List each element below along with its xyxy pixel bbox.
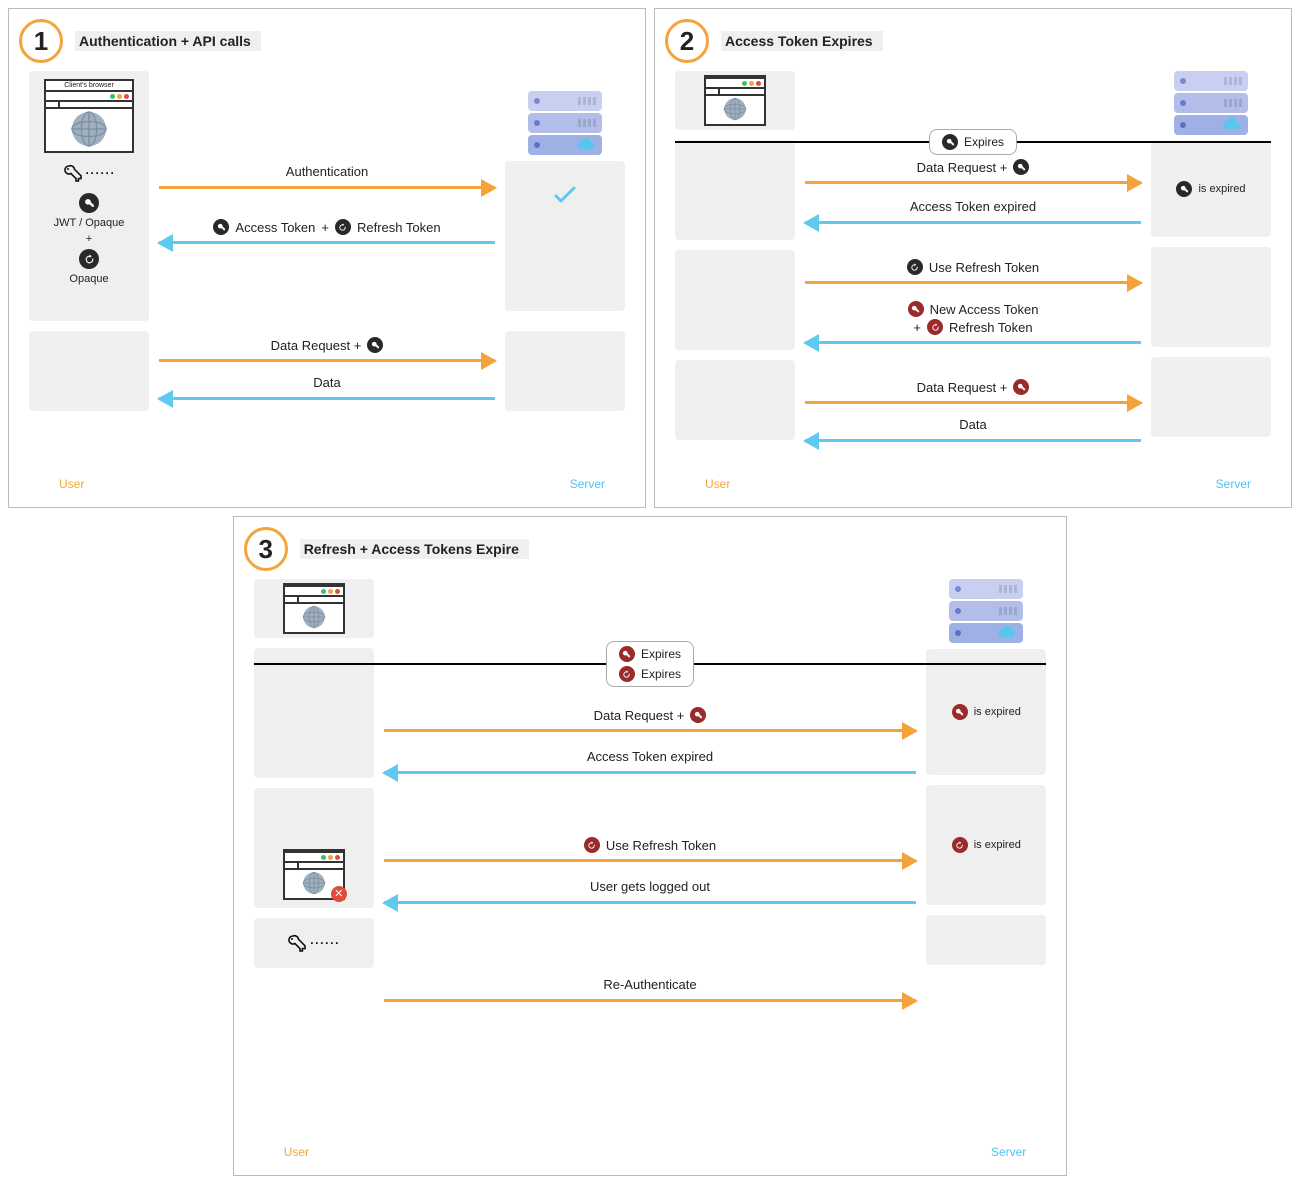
credentials-icon: ······ <box>63 163 116 183</box>
arrow-tokens-back: Access Token + Refresh Token <box>159 241 495 244</box>
expired-refresh-token-icon <box>952 837 968 853</box>
arrow-p3-4: User gets logged out <box>384 901 917 904</box>
panel-access-expires: 2 Access Token Expires <box>654 8 1292 508</box>
jwt-opaque-label: JWT / Opaque <box>54 217 125 229</box>
refresh-token-icon <box>907 259 923 275</box>
arrow-p2-2: Access Token expired <box>805 221 1141 224</box>
user-block-2c <box>675 360 795 440</box>
arrow-data: Data <box>159 397 495 400</box>
expired-refresh-token-icon <box>619 666 635 682</box>
expired-refresh-token-icon <box>584 837 600 853</box>
browser-icon <box>283 583 345 634</box>
server-icon <box>926 579 1046 643</box>
expire-box: Expires Expires <box>606 641 694 687</box>
server-block-2c <box>1151 357 1271 437</box>
arrow-p3-5: Re-Authenticate <box>384 999 917 1002</box>
arrow-label-data: Data <box>159 375 495 390</box>
check-icon <box>552 183 578 212</box>
error-icon: ✕ <box>331 886 347 902</box>
new-access-token-icon <box>908 301 924 317</box>
step-number-3: 3 <box>244 527 288 571</box>
user-block-1b <box>29 331 149 411</box>
arrow-p3-3: Use Refresh Token <box>384 859 917 862</box>
expired-access-token-icon <box>952 704 968 720</box>
server-icon <box>1151 71 1271 135</box>
plus-label: + <box>86 233 92 245</box>
server-caption: Server <box>1216 477 1251 491</box>
opaque-label: Opaque <box>69 273 108 285</box>
step-number-2: 2 <box>665 19 709 63</box>
user-caption: User <box>59 477 84 491</box>
panel-title-3: Refresh + Access Tokens Expire <box>300 539 529 559</box>
expired-access-token-icon <box>619 646 635 662</box>
user-browser-block <box>675 71 795 130</box>
user-block-1a: Client's browser ······ JWT / Opaque + O… <box>29 71 149 321</box>
arrow-p2-5: Data Request + <box>805 401 1141 404</box>
access-token-icon <box>367 337 383 353</box>
user-block-3a <box>254 648 374 778</box>
server-caption: Server <box>570 477 605 491</box>
server-block-3b: is expired <box>926 785 1046 905</box>
server-icon <box>505 91 625 155</box>
refresh-token-icon <box>335 219 351 235</box>
arrow-label-tokens: Access Token + Refresh Token <box>159 219 495 235</box>
expired-access-token-icon <box>690 707 706 723</box>
arrow-p2-3: Use Refresh Token <box>805 281 1141 284</box>
panel-both-expire: 3 Refresh + Access Tokens Expire ✕ <box>233 516 1068 1176</box>
access-token-icon <box>79 193 99 213</box>
user-browser-block <box>254 579 374 638</box>
arrow-data-req: Data Request + <box>159 359 495 362</box>
arrow-label-auth: Authentication <box>159 164 495 179</box>
server-block-2b <box>1151 247 1271 347</box>
server-block-2a: is expired <box>1151 141 1271 237</box>
arrow-p2-6: Data <box>805 439 1141 442</box>
arrow-p3-2: Access Token expired <box>384 771 917 774</box>
server-block-3c <box>926 915 1046 965</box>
access-token-icon <box>213 219 229 235</box>
arrow-auth: Authentication <box>159 186 495 189</box>
new-refresh-token-icon <box>927 319 943 335</box>
step-number-1: 1 <box>19 19 63 63</box>
panel-title-2: Access Token Expires <box>721 31 883 51</box>
arrow-p2-1: Data Request + <box>805 181 1141 184</box>
user-caption: User <box>705 477 730 491</box>
user-caption: User <box>284 1145 309 1159</box>
server-caption: Server <box>991 1145 1026 1159</box>
expire-box: Expires <box>929 129 1017 155</box>
server-block-1b <box>505 331 625 411</box>
browser-icon <box>704 75 766 126</box>
access-token-icon <box>942 134 958 150</box>
browser-icon: Client's browser <box>44 79 134 153</box>
refresh-token-icon <box>79 249 99 269</box>
arrow-label-data-req: Data Request + <box>159 337 495 353</box>
server-block-3a: is expired <box>926 649 1046 775</box>
panel-auth-api: 1 Authentication + API calls Client's br… <box>8 8 646 508</box>
browser-logged-out-icon: ✕ <box>283 849 345 900</box>
user-block-3c: ······ <box>254 918 374 968</box>
access-token-icon <box>1013 159 1029 175</box>
credentials-icon: ······ <box>287 933 340 953</box>
new-access-token-icon <box>1013 379 1029 395</box>
access-token-icon <box>1176 181 1192 197</box>
user-block-2a <box>675 140 795 240</box>
arrow-p3-1: Data Request + <box>384 729 917 732</box>
server-block-1a <box>505 161 625 311</box>
arrow-p2-4: New Access Token +Refresh Token <box>805 341 1141 344</box>
panel-title-1: Authentication + API calls <box>75 31 261 51</box>
user-block-3b: ✕ <box>254 788 374 908</box>
user-block-2b <box>675 250 795 350</box>
